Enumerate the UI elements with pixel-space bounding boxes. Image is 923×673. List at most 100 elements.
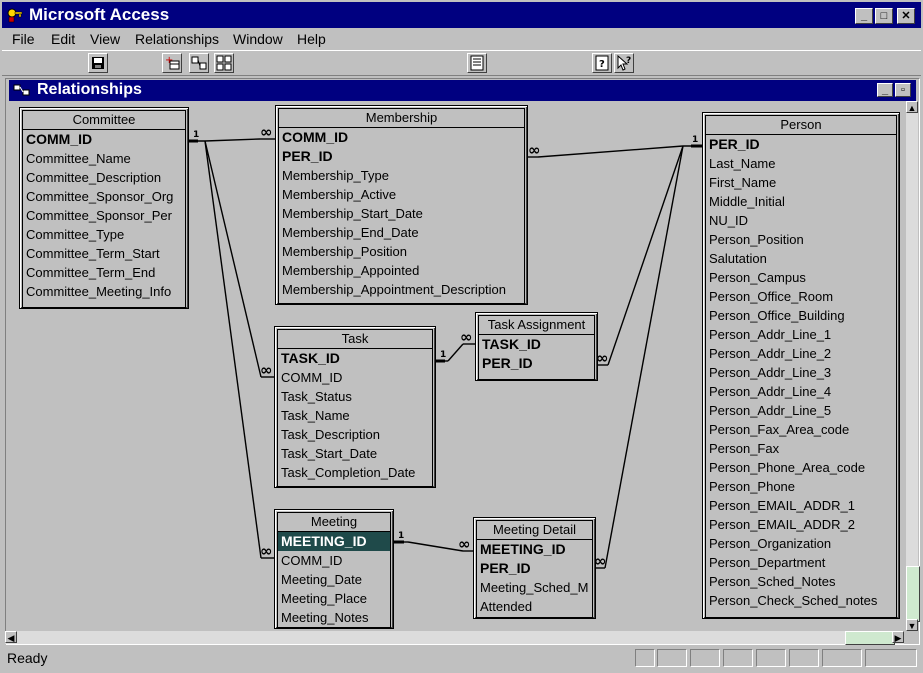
field[interactable]: Person_Phone_Area_code	[706, 458, 896, 477]
field[interactable]: First_Name	[706, 173, 896, 192]
vertical-scroll-thumb[interactable]	[906, 566, 920, 622]
menu-edit[interactable]: Edit	[51, 31, 75, 47]
field[interactable]: Meeting_Notes	[278, 608, 390, 627]
field[interactable]: Person_Addr_Line_5	[706, 401, 896, 420]
field[interactable]: Person_Campus	[706, 268, 896, 287]
table-title[interactable]: Task	[277, 329, 433, 349]
field[interactable]: NU_ID	[706, 211, 896, 230]
field[interactable]: Person_Fax	[706, 439, 896, 458]
field[interactable]: Person_Sched_Notes	[706, 572, 896, 591]
field[interactable]: Person_Addr_Line_3	[706, 363, 896, 382]
show-all-icon[interactable]	[214, 53, 234, 73]
table-title[interactable]: Person	[705, 115, 897, 135]
horizontal-scrollbar[interactable]: ◀ ▶	[5, 631, 904, 645]
table-person[interactable]: Person PER_ID Last_Name First_Name Middl…	[702, 112, 900, 619]
save-icon[interactable]	[88, 53, 108, 73]
menu-help[interactable]: Help	[297, 31, 326, 47]
field-key[interactable]: PER_ID	[479, 354, 594, 373]
field-key[interactable]: COMM_ID	[279, 128, 524, 147]
field[interactable]: Membership_Active	[279, 185, 524, 204]
field[interactable]: Person_Fax_Area_code	[706, 420, 896, 439]
minimize-button[interactable]: _	[855, 8, 873, 24]
field[interactable]: Committee_Sponsor_Per	[23, 206, 185, 225]
table-meeting-detail[interactable]: Meeting Detail MEETING_ID PER_ID Meeting…	[473, 517, 596, 619]
child-restore-button[interactable]: ▫	[895, 83, 911, 97]
field-key[interactable]: MEETING_ID	[477, 540, 592, 559]
field[interactable]: Task_Start_Date	[278, 444, 432, 463]
relationships-canvas[interactable]: 1 1 1 1 ∞ ∞ ∞ ∞ ∞ ∞ ∞ ∞ Committee COMM_I…	[8, 101, 906, 631]
field[interactable]: Committee_Name	[23, 149, 185, 168]
show-direct-icon[interactable]	[189, 53, 209, 73]
field[interactable]: Committee_Term_End	[23, 263, 185, 282]
field[interactable]: Person_Addr_Line_4	[706, 382, 896, 401]
field[interactable]: Attended	[477, 597, 592, 616]
properties-icon[interactable]	[467, 53, 487, 73]
help-icon[interactable]: ?	[592, 53, 612, 73]
table-meeting[interactable]: Meeting MEETING_ID COMM_ID Meeting_Date …	[274, 509, 394, 629]
field[interactable]: COMM_ID	[278, 551, 390, 570]
field[interactable]: Committee_Meeting_Info	[23, 282, 185, 301]
field-key[interactable]: TASK_ID	[479, 335, 594, 354]
field[interactable]: Person_Organization	[706, 534, 896, 553]
field[interactable]: Committee_Sponsor_Org	[23, 187, 185, 206]
table-title[interactable]: Meeting	[277, 512, 391, 532]
scroll-down-icon[interactable]: ▼	[906, 619, 918, 631]
field[interactable]: Committee_Type	[23, 225, 185, 244]
field[interactable]: Committee_Description	[23, 168, 185, 187]
field[interactable]: Middle_Initial	[706, 192, 896, 211]
field[interactable]: Committee_Term_Start	[23, 244, 185, 263]
table-task[interactable]: Task TASK_ID COMM_ID Task_Status Task_Na…	[274, 326, 436, 488]
field[interactable]: COMM_ID	[278, 368, 432, 387]
field[interactable]: Person_EMAIL_ADDR_2	[706, 515, 896, 534]
field[interactable]: Person_Department	[706, 553, 896, 572]
child-minimize-button[interactable]: _	[877, 83, 893, 97]
field-key[interactable]: COMM_ID	[23, 130, 185, 149]
field[interactable]: Meeting_Date	[278, 570, 390, 589]
field[interactable]: Person_Phone	[706, 477, 896, 496]
close-button[interactable]: ✕	[897, 8, 915, 24]
field[interactable]: Last_Name	[706, 154, 896, 173]
field[interactable]: Task_Description	[278, 425, 432, 444]
field[interactable]: Person_Addr_Line_2	[706, 344, 896, 363]
vertical-scrollbar[interactable]: ▲ ▼	[906, 101, 920, 631]
menu-view[interactable]: View	[90, 31, 120, 47]
field[interactable]: Membership_Type	[279, 166, 524, 185]
field-key[interactable]: PER_ID	[706, 135, 896, 154]
table-title[interactable]: Membership	[278, 108, 525, 128]
table-title[interactable]: Committee	[22, 110, 186, 130]
field[interactable]: Membership_Appointed	[279, 261, 524, 280]
table-task-assignment[interactable]: Task Assignment TASK_ID PER_ID	[475, 312, 598, 381]
field[interactable]: Person_Office_Room	[706, 287, 896, 306]
field[interactable]: Person_Position	[706, 230, 896, 249]
field-key[interactable]: TASK_ID	[278, 349, 432, 368]
field[interactable]: Membership_Start_Date	[279, 204, 524, 223]
field[interactable]: Person_Check_Sched_notes	[706, 591, 896, 610]
scroll-left-icon[interactable]: ◀	[5, 631, 17, 643]
field[interactable]: Meeting_Sched_M	[477, 578, 592, 597]
field[interactable]: Person_EMAIL_ADDR_1	[706, 496, 896, 515]
scroll-right-icon[interactable]: ▶	[892, 631, 904, 643]
menu-file[interactable]: File	[12, 31, 35, 47]
field[interactable]: Person_Office_Building	[706, 306, 896, 325]
maximize-button[interactable]: □	[875, 8, 893, 24]
field[interactable]: Person_Addr_Line_1	[706, 325, 896, 344]
whats-this-icon[interactable]: ?	[614, 53, 634, 73]
field-key[interactable]: PER_ID	[279, 147, 524, 166]
show-table-icon[interactable]: +	[162, 53, 182, 73]
table-membership[interactable]: Membership COMM_ID PER_ID Membership_Typ…	[275, 105, 528, 305]
menu-relationships[interactable]: Relationships	[135, 31, 219, 47]
table-title[interactable]: Meeting Detail	[476, 520, 593, 540]
field[interactable]: Task_Completion_Date	[278, 463, 432, 482]
field[interactable]: Task_Status	[278, 387, 432, 406]
field[interactable]: Meeting_Place	[278, 589, 390, 608]
menu-window[interactable]: Window	[233, 31, 283, 47]
field[interactable]: Membership_Position	[279, 242, 524, 261]
table-committee[interactable]: Committee COMM_ID Committee_Name Committ…	[19, 107, 189, 309]
field-key-selected[interactable]: MEETING_ID	[278, 532, 390, 551]
scroll-up-icon[interactable]: ▲	[906, 101, 918, 113]
table-title[interactable]: Task Assignment	[478, 315, 595, 335]
field[interactable]: Membership_End_Date	[279, 223, 524, 242]
field-key[interactable]: PER_ID	[477, 559, 592, 578]
field[interactable]: Membership_Appointment_Description	[279, 280, 524, 299]
field[interactable]: Task_Name	[278, 406, 432, 425]
